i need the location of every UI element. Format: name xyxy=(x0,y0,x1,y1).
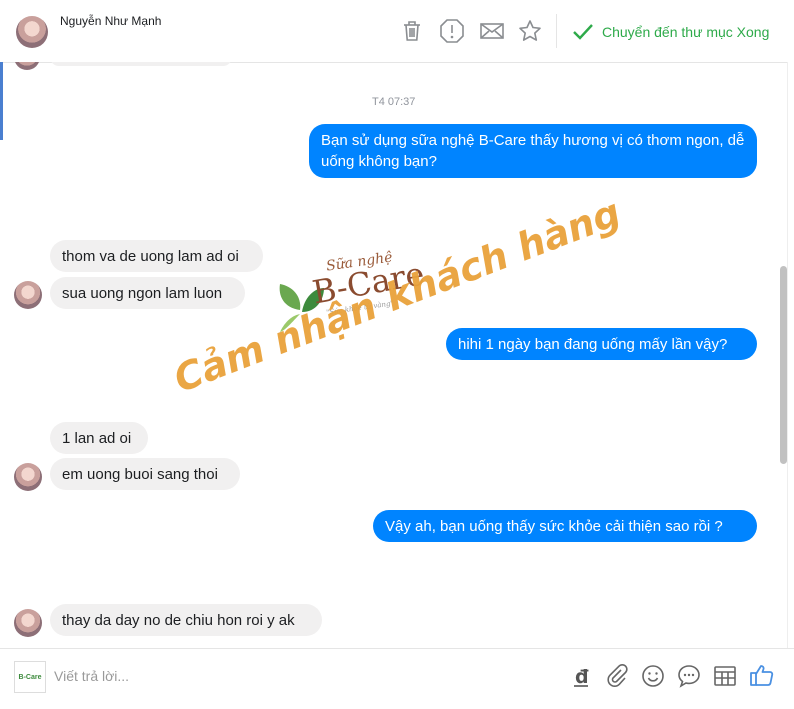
trash-icon[interactable] xyxy=(399,18,425,44)
customer-avatar[interactable] xyxy=(14,609,42,637)
move-to-done-button[interactable]: Chuyển đến thư mục Xong xyxy=(572,20,769,44)
scrollbar-thumb[interactable] xyxy=(780,266,787,464)
message-bubble-incoming[interactable]: thay da day no de chiu hon roi y ak xyxy=(50,604,322,636)
checkmark-icon xyxy=(573,24,593,40)
customer-avatar[interactable] xyxy=(14,281,42,309)
message-bubble-outgoing[interactable]: hihi 1 ngày bạn đang uống mấy lần vậy? xyxy=(446,328,757,360)
svg-text:đ: đ xyxy=(575,666,589,688)
move-to-done-label: Chuyển đến thư mục Xong xyxy=(602,24,770,40)
star-icon[interactable] xyxy=(517,18,543,44)
message-bubble-outgoing[interactable]: Bạn sử dụng sữa nghệ B-Care thấy hương v… xyxy=(309,124,757,178)
reply-composer: B-Care đ xyxy=(0,648,794,709)
message-bubble-incoming xyxy=(50,62,232,66)
customer-avatar xyxy=(14,62,40,70)
like-icon[interactable] xyxy=(748,661,774,687)
template-icon[interactable] xyxy=(712,663,738,689)
message-bubble-incoming[interactable]: sua uong ngon lam luon xyxy=(50,277,245,309)
header-divider xyxy=(556,14,557,48)
message-timestamp: T4 07:37 xyxy=(372,96,416,108)
contact-avatar[interactable] xyxy=(16,16,48,48)
contact-name[interactable]: Nguyễn Như Mạnh xyxy=(60,14,161,28)
conversation-header: Nguyễn Như Mạnh Chuyển đến thư mục Xong xyxy=(0,0,794,63)
message-bubble-incoming[interactable]: em uong buoi sang thoi xyxy=(50,458,240,490)
envelope-icon[interactable] xyxy=(479,18,505,44)
reply-input[interactable] xyxy=(52,665,536,687)
paperclip-icon[interactable] xyxy=(604,663,630,689)
page-avatar-label: B-Care xyxy=(18,673,42,681)
emoji-icon[interactable] xyxy=(640,663,666,689)
dong-currency-icon[interactable]: đ xyxy=(568,663,594,689)
message-bubble-outgoing[interactable]: Vậy ah, bạn uống thấy sức khỏe cải thiện… xyxy=(373,510,757,542)
customer-avatar[interactable] xyxy=(14,463,42,491)
scroll-track[interactable] xyxy=(787,62,794,648)
message-bubble-incoming[interactable]: 1 lan ad oi xyxy=(50,422,148,454)
saved-replies-icon[interactable] xyxy=(676,663,702,689)
message-thread: T4 07:37 Bạn sử dụng sữa nghệ B-Care thấ… xyxy=(0,62,780,648)
report-icon[interactable] xyxy=(439,18,465,44)
message-bubble-incoming[interactable]: thom va de uong lam ad oi xyxy=(50,240,263,272)
page-avatar: B-Care xyxy=(14,661,46,693)
